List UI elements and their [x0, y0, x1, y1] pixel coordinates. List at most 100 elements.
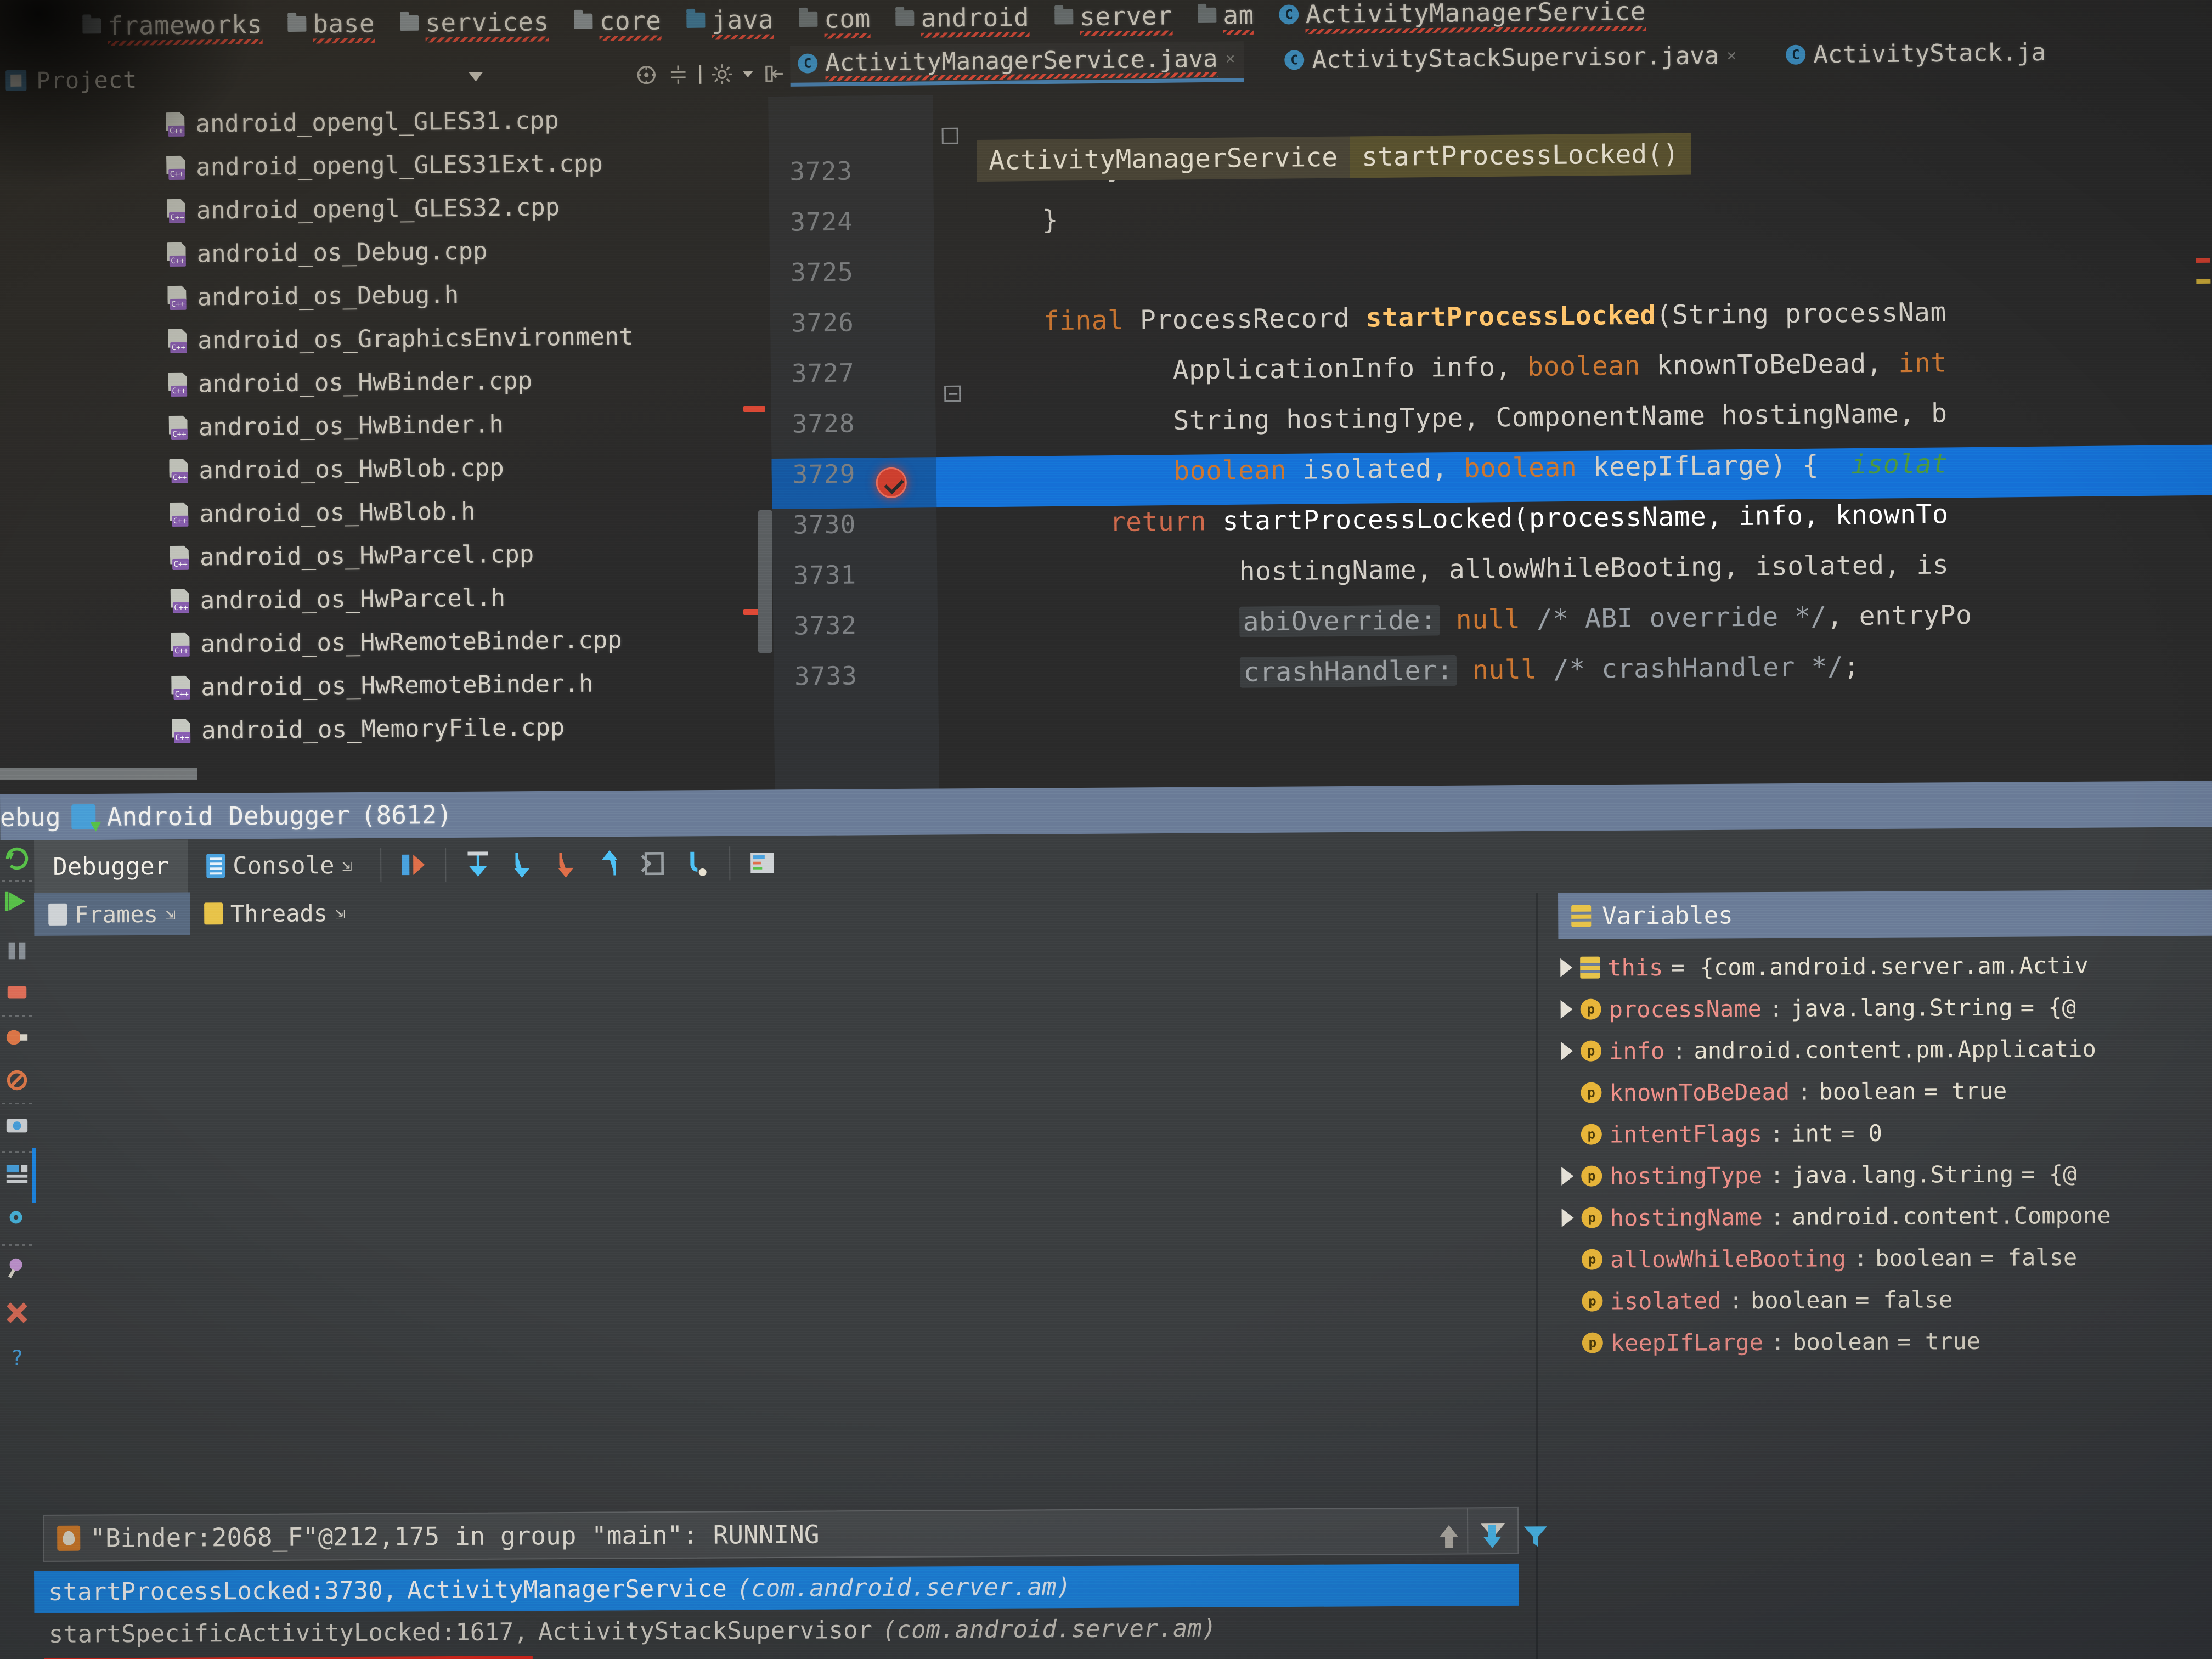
- pin-tab-icon[interactable]: ⇲: [335, 904, 345, 923]
- debugger-tab-strip[interactable]: Debugger Console ⇲: [34, 829, 2212, 893]
- editor-tab[interactable]: C ActivityManagerService.java ×: [789, 41, 1244, 87]
- code-line[interactable]: final ProcessRecord startProcessLocked(S…: [979, 297, 1946, 337]
- project-tree-item[interactable]: C++ android_os_HwParcel.h: [169, 575, 619, 623]
- breadcrumb-item[interactable]: am: [1198, 0, 1254, 30]
- frames-list[interactable]: startProcessLocked:3730, ActivityManagerS…: [34, 1560, 1522, 1659]
- force-step-into-icon[interactable]: [551, 849, 582, 879]
- variables-list[interactable]: this = {com.android.server.am.Activ p proc…: [1553, 938, 2212, 1600]
- variable-row[interactable]: p info: android.content.pm.Applicatio: [1553, 1027, 2212, 1072]
- project-tree-item[interactable]: C++ android_os_MemoryFile.cpp: [171, 705, 621, 753]
- code-fold-marker[interactable]: [944, 385, 961, 402]
- expand-triangle-icon[interactable]: [1560, 1041, 1573, 1060]
- breadcrumb-method[interactable]: startProcessLocked(): [1349, 133, 1691, 178]
- project-tree-item[interactable]: C++ android_os_Debug.h: [166, 272, 617, 319]
- editor-tab[interactable]: C ActivityStack.ja: [1778, 35, 2055, 74]
- step-over-icon[interactable]: [463, 849, 494, 880]
- view-breakpoints-icon[interactable]: [4, 1025, 30, 1050]
- variable-row[interactable]: p knownToBeDead: boolean = true: [1553, 1069, 2212, 1114]
- breadcrumb-item[interactable]: C ActivityManagerService: [1279, 0, 1646, 30]
- project-tree-item[interactable]: C++ android_os_HwRemoteBinder.cpp: [170, 618, 622, 666]
- debug-subtab[interactable]: Threads ⇲: [190, 891, 359, 935]
- chevron-down-icon[interactable]: [469, 71, 483, 82]
- expand-triangle-icon[interactable]: [1561, 1166, 1574, 1186]
- project-tree-item[interactable]: C++ android_os_GraphicsEnvironment: [167, 315, 634, 363]
- variable-row[interactable]: this = {com.android.server.am.Activ: [1553, 944, 2212, 989]
- hide-icon[interactable]: [763, 63, 785, 85]
- project-tree-item[interactable]: C++ android_os_HwParcel.cpp: [169, 532, 619, 579]
- resume-program-icon[interactable]: [4, 889, 30, 914]
- method-breadcrumb[interactable]: ActivityManagerService startProcessLocke…: [977, 133, 1691, 182]
- code-editor[interactable]: 3723 }3724 }37253726 final ProcessRecord…: [768, 82, 2212, 793]
- breadcrumb-item[interactable]: services: [399, 7, 549, 38]
- code-line[interactable]: hostingName, allowWhileBooting, isolated…: [981, 549, 1949, 589]
- pause-program-icon[interactable]: [4, 938, 30, 963]
- debug-tab[interactable]: Debugger: [34, 839, 188, 893]
- project-tree-item[interactable]: C++ android_opengl_GLES31Ext.cpp: [165, 142, 616, 189]
- chevron-down-icon[interactable]: [743, 71, 753, 77]
- pin-icon[interactable]: [4, 1255, 30, 1280]
- variable-row[interactable]: p allowWhileBooting: boolean = false: [1554, 1235, 2212, 1280]
- mute-breakpoints-icon[interactable]: [4, 1068, 30, 1093]
- code-line[interactable]: String hostingType, ComponentName hostin…: [979, 398, 1948, 438]
- project-tree-item[interactable]: C++ android_os_HwBlob.h: [168, 488, 619, 536]
- locate-icon[interactable]: [635, 64, 657, 86]
- editor-tab[interactable]: C ActivityStackSupervisor.java ×: [1277, 38, 1745, 80]
- variable-row[interactable]: p intentFlags: int = 0: [1554, 1110, 2212, 1155]
- stack-frame-row[interactable]: startSpecificActivityLocked:1617, Activit…: [48, 1606, 1519, 1656]
- editor-fold-band[interactable]: [932, 94, 973, 792]
- pin-tab-icon[interactable]: ⇲: [342, 855, 352, 874]
- debug-subtab[interactable]: Frames ⇲: [34, 892, 190, 936]
- expand-triangle-icon[interactable]: [1561, 1208, 1574, 1227]
- camera-icon[interactable]: [4, 1113, 30, 1138]
- project-horizontal-scrollbar[interactable]: [0, 768, 198, 780]
- stop-icon[interactable]: [4, 980, 30, 1005]
- close-icon[interactable]: ×: [1225, 49, 1235, 68]
- variable-row[interactable]: p keepIfLarge: boolean = true: [1555, 1319, 2212, 1364]
- rerun-icon[interactable]: [4, 846, 30, 871]
- debug-tab[interactable]: Console ⇲: [188, 839, 371, 893]
- project-tree-item[interactable]: C++ android_os_Debug.cpp: [166, 228, 616, 276]
- breakpoint-icon[interactable]: [876, 467, 907, 499]
- layout-inspector-icon[interactable]: [4, 1161, 30, 1186]
- step-into-icon[interactable]: [507, 849, 538, 879]
- move-up-icon[interactable]: [1434, 1521, 1464, 1552]
- variable-row[interactable]: p processName: java.lang.String = {@: [1553, 985, 2212, 1030]
- breadcrumb-class[interactable]: ActivityManagerService: [977, 136, 1350, 182]
- project-tree-item[interactable]: C++ android_os_HwRemoteBinder.h: [170, 662, 620, 709]
- project-tree-item[interactable]: C++ android_opengl_GLES31.cpp: [165, 98, 615, 146]
- frames-threads-subtabs[interactable]: Frames ⇲ Threads ⇲: [34, 885, 1515, 936]
- run-to-cursor-icon[interactable]: [682, 848, 713, 879]
- help-icon[interactable]: ?: [4, 1345, 30, 1370]
- project-file-tree[interactable]: C++ android_opengl_GLES31.cpp C++ android_o…: [0, 94, 634, 775]
- breadcrumb-item[interactable]: server: [1054, 1, 1173, 31]
- breadcrumb-item[interactable]: android: [895, 2, 1029, 33]
- breadcrumb-item[interactable]: com: [799, 4, 871, 34]
- collapse-all-icon[interactable]: [667, 64, 689, 86]
- show-execution-point-icon[interactable]: [398, 849, 429, 880]
- thread-selector[interactable]: "Binder:2068_F"@212,175 in group "main":…: [43, 1506, 1519, 1562]
- project-tree-item[interactable]: C++ android_opengl_GLES32.cpp: [166, 185, 616, 233]
- project-tree-item[interactable]: C++ android_os_HwBinder.cpp: [167, 358, 618, 406]
- pin-tab-icon[interactable]: ⇲: [166, 904, 176, 923]
- gear-icon[interactable]: [711, 63, 733, 85]
- close-icon[interactable]: [4, 1300, 30, 1325]
- evaluate-expression-icon[interactable]: [747, 848, 778, 878]
- breadcrumb-item[interactable]: java: [686, 4, 774, 35]
- expand-triangle-icon[interactable]: [1560, 958, 1573, 977]
- breadcrumb-item[interactable]: base: [287, 8, 375, 39]
- move-down-icon[interactable]: [1477, 1521, 1508, 1552]
- expand-triangle-icon[interactable]: [1560, 1000, 1573, 1019]
- variable-row[interactable]: p hostingName: android.content.Compone: [1554, 1194, 2212, 1239]
- breadcrumb-item[interactable]: frameworks: [82, 9, 263, 41]
- filter-icon[interactable]: [1520, 1521, 1551, 1552]
- settings-gear-icon[interactable]: [4, 1205, 30, 1230]
- step-out-icon[interactable]: [595, 848, 625, 879]
- variable-row[interactable]: p isolated: boolean = false: [1554, 1277, 2212, 1322]
- project-tree-item[interactable]: C++ android_os_HwBinder.h: [167, 402, 618, 449]
- debug-action-rail[interactable]: ?: [0, 840, 36, 1659]
- project-tree-item[interactable]: C++ android_os_HwBlob.cpp: [168, 445, 618, 493]
- code-line[interactable]: abiOverride: null /* ABI override */, en…: [981, 600, 1972, 640]
- close-icon[interactable]: ×: [1726, 46, 1736, 65]
- variable-row[interactable]: p hostingType: java.lang.String = {@: [1554, 1152, 2212, 1197]
- code-line[interactable]: crashHandler: null /* crashHandler */;: [982, 651, 1860, 690]
